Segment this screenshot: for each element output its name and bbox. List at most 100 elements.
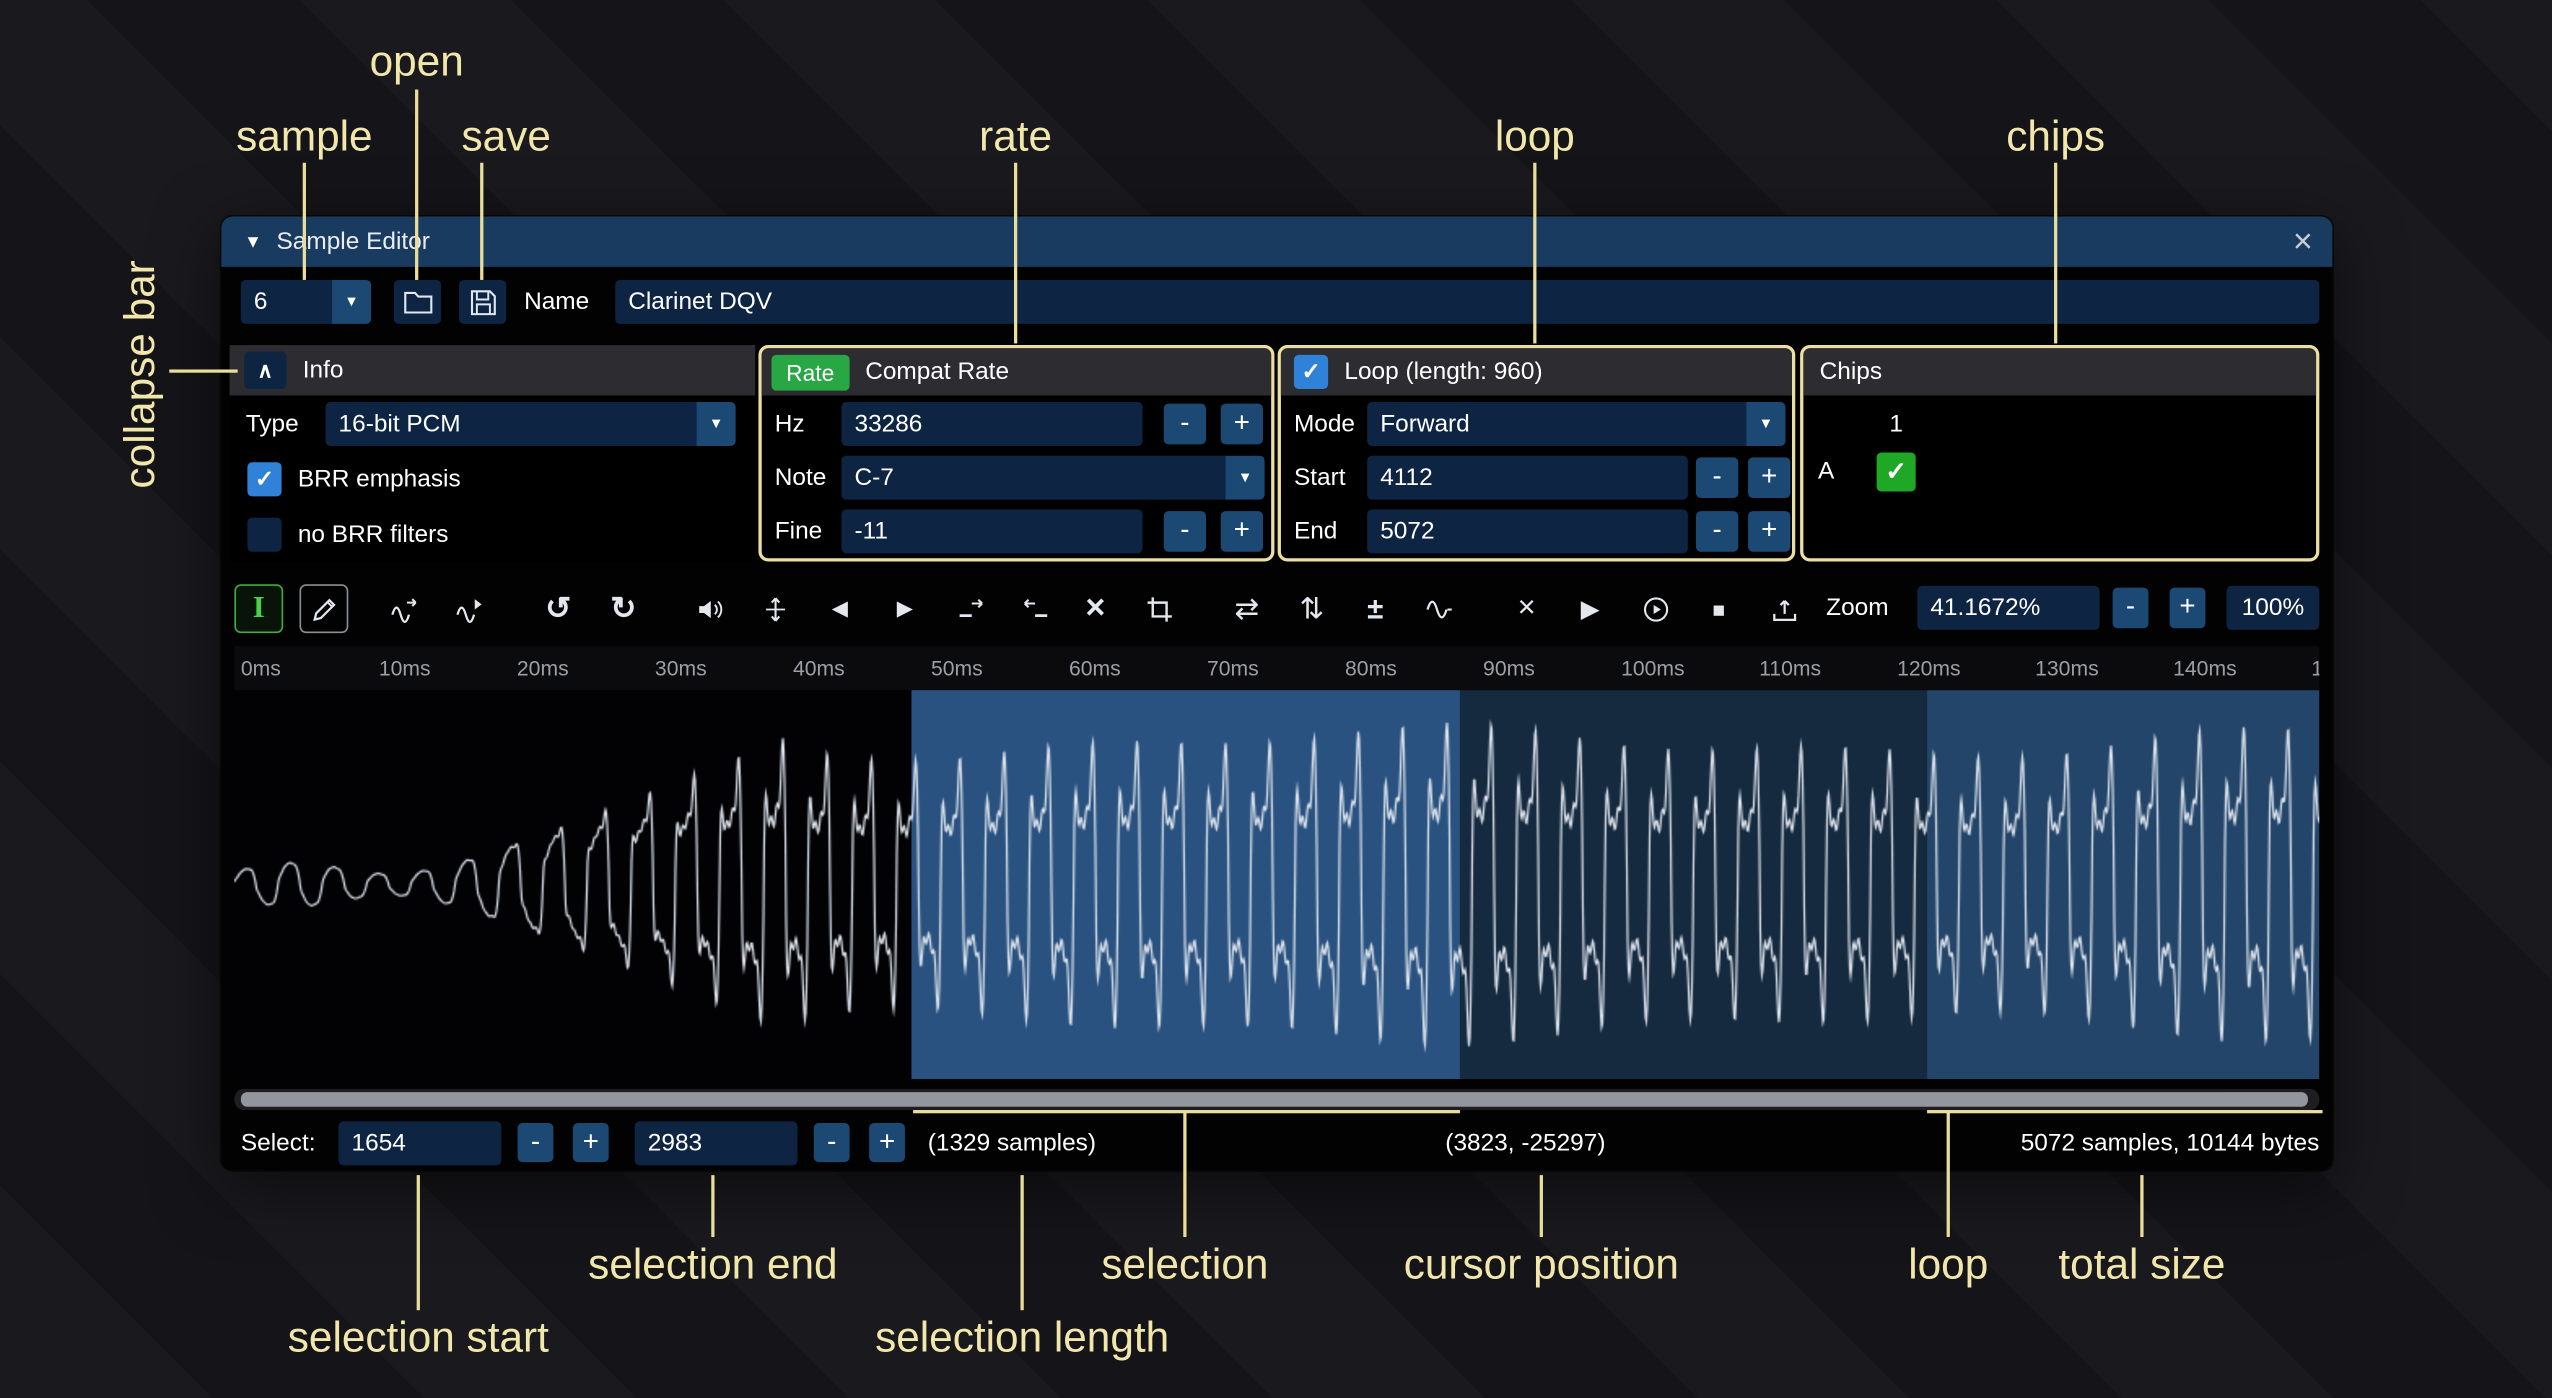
loop-start-decrease-button[interactable]: - <box>1696 457 1738 498</box>
annotation-open: open <box>370 37 464 87</box>
loop-start-increase-button[interactable]: + <box>1748 457 1790 498</box>
waveform-view[interactable] <box>234 690 2319 1079</box>
zoom-out-button[interactable]: - <box>2113 588 2149 629</box>
selection-end-increase-button[interactable]: + <box>869 1123 905 1162</box>
undo-button[interactable]: ↺ <box>534 584 583 633</box>
loop-start-input[interactable]: 4112 <box>1367 456 1688 500</box>
annotation-line <box>1927 1110 2323 1113</box>
loop-end-label: End <box>1294 509 1337 553</box>
titlebar[interactable]: ▼ Sample Editor × <box>221 216 2332 266</box>
selection-end-input[interactable]: 2983 <box>635 1121 798 1165</box>
sample-name-input[interactable]: Clarinet DQV <box>615 280 2319 324</box>
hz-decrease-button[interactable]: - <box>1164 404 1206 445</box>
normalize-button[interactable] <box>750 584 799 633</box>
collapse-info-button[interactable]: ∧ <box>244 352 286 389</box>
loop-checkbox[interactable]: ✓ <box>1294 355 1328 389</box>
cut-button[interactable]: × <box>1502 584 1551 633</box>
annotation-line <box>417 1175 420 1310</box>
redo-button[interactable]: ↻ <box>599 584 648 633</box>
annotation-line <box>1540 1175 1543 1237</box>
delete-button[interactable]: × <box>1071 584 1120 633</box>
annotation-selection-start: selection start <box>288 1313 549 1363</box>
insert-silence-button[interactable] <box>946 584 995 633</box>
filter-button[interactable] <box>1414 584 1463 633</box>
trim-button[interactable] <box>1134 584 1183 633</box>
annotation-loop-bottom: loop <box>1908 1239 1988 1289</box>
fade-out-button[interactable]: ▶ <box>881 584 930 633</box>
ruler-label: 70ms <box>1207 646 1259 690</box>
x-outline-icon: × <box>1518 591 1536 627</box>
fade-in-button[interactable]: ◀ <box>815 584 864 633</box>
fine-increase-button[interactable]: + <box>1221 511 1263 552</box>
chip-enable-checkbox[interactable]: ✓ <box>1877 452 1916 491</box>
ruler-label: 20ms <box>517 646 569 690</box>
selection-end-decrease-button[interactable]: - <box>814 1123 850 1162</box>
rate-panel-header: Rate Compat Rate <box>762 348 1271 395</box>
loop-mode-dropdown[interactable]: Forward ▼ <box>1367 402 1785 446</box>
open-sample-button[interactable] <box>394 280 441 324</box>
reverse-button[interactable]: ⇄ <box>1222 584 1271 633</box>
sample-number-dropdown[interactable]: 6 ▼ <box>241 280 371 324</box>
ruler-label: 60ms <box>1069 646 1121 690</box>
crossfade-button[interactable] <box>444 584 493 633</box>
sample-number-value: 6 <box>254 288 268 316</box>
chevron-down-icon: ▼ <box>332 280 371 324</box>
filter-wave-icon <box>1425 595 1453 623</box>
save-sample-button[interactable] <box>459 280 506 324</box>
preview-selection-button[interactable] <box>1631 584 1680 633</box>
chevron-up-icon: ∧ <box>258 357 273 383</box>
sign-flip-button[interactable]: ± <box>1351 584 1400 633</box>
loop-end-input[interactable]: 5072 <box>1367 509 1688 553</box>
fine-decrease-button[interactable]: - <box>1164 511 1206 552</box>
zoom-input[interactable]: 41.1672% <box>1917 586 2099 630</box>
time-ruler[interactable]: 0ms10ms20ms30ms40ms50ms60ms70ms80ms90ms1… <box>234 646 2319 690</box>
create-instrument-button[interactable] <box>1759 584 1808 633</box>
chip-number: 1 <box>1875 402 1917 446</box>
undo-icon: ↺ <box>545 590 571 627</box>
selection-start-increase-button[interactable]: + <box>573 1123 609 1162</box>
chevron-down-icon: ▼ <box>697 402 736 446</box>
ruler-label: 40ms <box>793 646 845 690</box>
invert-button[interactable]: ⇅ <box>1287 584 1336 633</box>
loop-end-decrease-button[interactable]: - <box>1696 511 1738 552</box>
waveform-canvas[interactable] <box>234 690 2319 1079</box>
collapse-window-icon[interactable]: ▼ <box>244 232 262 252</box>
apply-silence-button[interactable] <box>1011 584 1060 633</box>
stop-preview-button[interactable]: ■ <box>1694 584 1743 633</box>
annotation-total-size: total size <box>2058 1239 2225 1289</box>
annotation-line <box>1014 163 1017 344</box>
preview-button[interactable]: ▶ <box>1566 584 1615 633</box>
draw-tool-button[interactable] <box>299 584 348 633</box>
no-brr-filters-checkbox[interactable] <box>247 518 281 552</box>
zoom-reset-button[interactable]: 100% <box>2227 586 2320 630</box>
resample-button[interactable] <box>379 584 428 633</box>
window-title: Sample Editor <box>277 228 430 256</box>
note-dropdown[interactable]: C-7 ▼ <box>841 456 1264 500</box>
hz-increase-button[interactable]: + <box>1221 404 1263 445</box>
brr-emphasis-checkbox[interactable]: ✓ <box>247 462 281 496</box>
hz-input[interactable]: 33286 <box>841 402 1142 446</box>
check-icon: ✓ <box>1885 456 1907 489</box>
close-icon[interactable]: × <box>2293 216 2313 266</box>
loop-end-increase-button[interactable]: + <box>1748 511 1790 552</box>
loop-panel-title: Loop (length: 960) <box>1344 358 1542 386</box>
waveform-scrollbar[interactable] <box>234 1089 2319 1110</box>
sample-type-dropdown[interactable]: 16-bit PCM ▼ <box>326 402 736 446</box>
zoom-in-button[interactable]: + <box>2170 588 2206 629</box>
normalize-icon <box>761 595 789 623</box>
total-size-text: 5072 samples, 10144 bytes <box>2021 1117 2320 1171</box>
pencil-icon <box>310 595 338 623</box>
scrollbar-thumb[interactable] <box>241 1092 2308 1107</box>
plus-minus-icon: ± <box>1367 592 1383 626</box>
amplify-button[interactable] <box>685 584 734 633</box>
selection-start-input[interactable]: 1654 <box>339 1121 502 1165</box>
selection-start-decrease-button[interactable]: - <box>518 1123 554 1162</box>
annotation-line <box>169 369 237 372</box>
ruler-label: 90ms <box>1483 646 1535 690</box>
rate-badge[interactable]: Rate <box>771 354 848 390</box>
stage: ▼ Sample Editor × 6 ▼ Name Clarinet DQV … <box>0 0 2552 1398</box>
select-tool-button[interactable]: I <box>234 584 283 633</box>
annotation-line <box>2054 163 2057 344</box>
rate-panel: Rate Compat Rate Hz 33286 - + Note C-7 ▼… <box>758 345 1274 561</box>
fine-input[interactable]: -11 <box>841 509 1142 553</box>
